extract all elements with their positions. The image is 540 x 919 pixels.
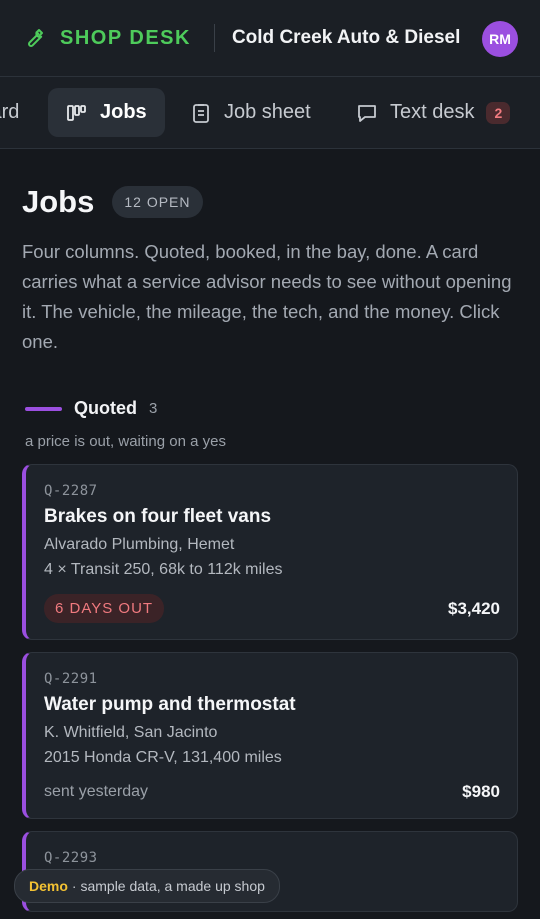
- shop-name: Cold Creek Auto & Diesel: [231, 27, 461, 48]
- avatar[interactable]: RM: [482, 21, 518, 57]
- job-vehicle: 4 × Transit 250, 68k to 112k miles: [44, 561, 283, 578]
- job-price: $980: [462, 782, 500, 801]
- column-header-quoted: Quoted 3: [22, 398, 518, 419]
- clipboard-icon: [193, 103, 209, 123]
- job-id: Q-2291: [44, 671, 98, 687]
- open-count-badge: 12 OPEN: [112, 186, 203, 218]
- tab-text-desk[interactable]: Text desk 2: [338, 88, 528, 137]
- unread-badge: 2: [486, 101, 511, 124]
- job-status-badge: 6 DAYS OUT: [44, 594, 165, 623]
- job-price: $3,420: [448, 598, 500, 618]
- brand[interactable]: SHOP DESK: [22, 26, 191, 50]
- column-accent-bar: [25, 406, 62, 411]
- tab-job-sheet[interactable]: Job sheet: [172, 88, 329, 137]
- demo-notice: Demo · sample data, a made up shop: [14, 869, 280, 903]
- wrench-icon: [28, 29, 43, 47]
- chat-bubble-icon: [358, 104, 376, 122]
- column-count: 3: [149, 400, 158, 417]
- kanban-icon: [67, 104, 86, 121]
- job-id: Q-2293: [44, 850, 98, 866]
- tab-bar: Board Jobs Job sheet Text desk 2: [0, 77, 540, 149]
- job-title: Brakes on four fleet vans: [44, 506, 272, 527]
- tab-jobs-label: Jobs: [100, 101, 147, 123]
- demo-label: Demo: [29, 878, 68, 894]
- job-customer: K. Whitfield, San Jacinto: [44, 724, 218, 741]
- job-status: sent yesterday: [44, 783, 149, 800]
- top-bar: SHOP DESK Cold Creek Auto & Diesel RM: [0, 0, 540, 77]
- job-vehicle: 2015 Honda CR-V, 131,400 miles: [44, 749, 282, 766]
- job-card[interactable]: Q-2291 Water pump and thermostat K. Whit…: [22, 652, 518, 819]
- title-row: Jobs 12 OPEN: [22, 184, 518, 220]
- brand-name: SHOP DESK: [60, 26, 191, 49]
- job-id: Q-2287: [44, 483, 98, 499]
- tab-job-sheet-label: Job sheet: [224, 101, 311, 123]
- job-footer: sent yesterday $980: [44, 782, 500, 802]
- job-customer: Alvarado Plumbing, Hemet: [44, 536, 235, 553]
- tab-board[interactable]: Board: [0, 88, 37, 137]
- tab-jobs[interactable]: Jobs: [48, 88, 165, 137]
- page-intro: Four columns. Quoted, booked, in the bay…: [22, 241, 512, 352]
- job-title: Water pump and thermostat: [44, 694, 296, 715]
- header-divider: [213, 24, 215, 52]
- column-title: Quoted: [74, 398, 137, 418]
- column-subtitle: a price is out, waiting on a yes: [25, 433, 226, 450]
- tab-board-label: Board: [0, 101, 20, 123]
- page-title: Jobs: [22, 184, 95, 219]
- demo-text: · sample data, a made up shop: [71, 878, 265, 894]
- main-content: Jobs 12 OPEN Four columns. Quoted, booke…: [0, 184, 540, 912]
- job-footer: 6 DAYS OUT $3,420: [44, 594, 500, 623]
- tab-text-desk-label: Text desk: [390, 101, 475, 123]
- job-card[interactable]: Q-2287 Brakes on four fleet vans Alvarad…: [22, 464, 518, 640]
